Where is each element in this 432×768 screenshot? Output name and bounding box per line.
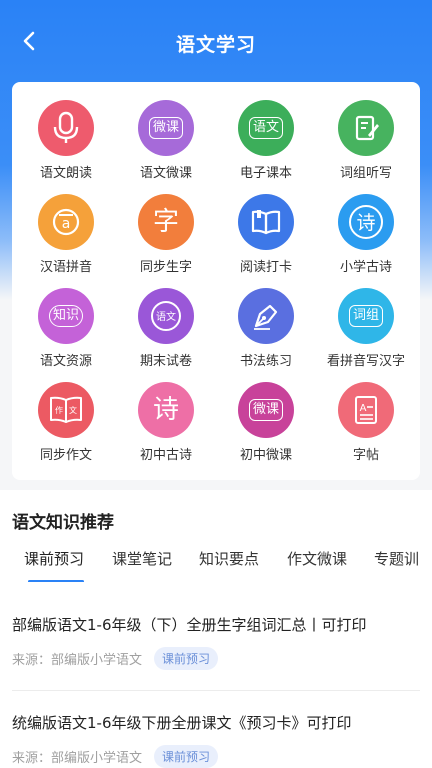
grid-item-junior-micro-lesson[interactable]: 微课 初中微课: [216, 382, 316, 470]
composition-book-icon: 作 文: [38, 382, 94, 438]
grid-item-label: 看拼音写汉字: [326, 354, 405, 369]
tab-special-training[interactable]: 专题训: [374, 548, 419, 569]
fountain-pen-icon: [238, 288, 294, 344]
svg-text:诗: 诗: [356, 212, 375, 234]
knowledge-section: 语文知识推荐 课前预习 课堂笔记 知识要点 作文微课 专题训 部编版语文1-6年…: [0, 490, 432, 768]
article-meta: 来源：部编版小学语文 课前预习: [12, 745, 420, 768]
feature-grid: 语文朗读 微课 语文微课 语文 电子课本 词组听写 a 汉语拼音 字 同步生字 …: [12, 82, 420, 480]
tab-bar: 课前预习 课堂笔记 知识要点 作文微课 专题训: [0, 542, 432, 582]
grid-item-label: 期末试卷: [139, 354, 192, 369]
grid-item-label: 初中微课: [239, 448, 292, 463]
grid-item-junior-poems[interactable]: 诗 初中古诗: [116, 382, 216, 470]
grid-item-label: 词组听写: [339, 166, 392, 181]
poem-icon: 诗: [338, 194, 394, 250]
grid-item-label: 同步生字: [139, 260, 192, 275]
svg-text:a: a: [62, 216, 71, 232]
grid-item-textbook[interactable]: 语文 电子课本: [216, 100, 316, 188]
article-title: 统编版语文1-6年级下册全册课文《预习卡》可打印: [12, 714, 352, 732]
exam-icon: 语文: [138, 288, 194, 344]
article-meta: 来源：部编版小学语文 课前预习: [12, 647, 420, 670]
grid-item-copybook[interactable]: A 字帖: [316, 382, 416, 470]
textbook-icon: 语文: [238, 100, 294, 156]
grid-item-label: 小学古诗: [339, 260, 392, 275]
open-book-icon: [238, 194, 294, 250]
notepad-pen-icon: [338, 100, 394, 156]
pinyin-icon: a: [38, 194, 94, 250]
grid-item-label: 语文朗读: [39, 166, 92, 181]
copybook-icon: A: [338, 382, 394, 438]
microphone-icon: [38, 100, 94, 156]
article-source: 来源：部编版小学语文: [12, 653, 143, 668]
tab-composition-lessons[interactable]: 作文微课: [287, 548, 347, 569]
poem-icon: 诗: [138, 382, 194, 438]
article-item[interactable]: 部编版语文1-6年级（下）全册生字组词汇总丨可打印 来源：部编版小学语文 课前预…: [12, 614, 420, 670]
svg-text:文: 文: [69, 405, 77, 415]
app-header: 语文学习: [0, 0, 432, 84]
svg-text:语文: 语文: [156, 310, 176, 323]
tab-preview[interactable]: 课前预习: [24, 548, 84, 569]
grid-item-label: 语文资源: [39, 354, 92, 369]
grid-item-label: 同步作文: [39, 448, 92, 463]
tab-class-notes[interactable]: 课堂笔记: [112, 548, 172, 569]
grid-item-composition[interactable]: 作 文 同步作文: [16, 382, 116, 470]
svg-text:作: 作: [55, 405, 63, 415]
tab-key-points[interactable]: 知识要点: [199, 548, 259, 569]
knowledge-icon: 知识: [38, 288, 94, 344]
grid-item-calligraphy[interactable]: 书法练习: [216, 288, 316, 376]
article-badge: 课前预习: [154, 647, 219, 670]
grid-item-label: 阅读打卡: [239, 260, 292, 275]
grid-item-label: 书法练习: [239, 354, 292, 369]
grid-item-reading-checkin[interactable]: 阅读打卡: [216, 194, 316, 282]
grid-item-primary-poems[interactable]: 诗 小学古诗: [316, 194, 416, 282]
article-source: 来源：部编版小学语文: [12, 751, 143, 766]
grid-item-resources[interactable]: 知识 语文资源: [16, 288, 116, 376]
micro-lesson-icon: 微课: [238, 382, 294, 438]
page-title: 语文学习: [175, 34, 256, 56]
article-item[interactable]: 统编版语文1-6年级下册全册课文《预习卡》可打印 来源：部编版小学语文 课前预习: [12, 712, 420, 768]
grid-item-final-exam[interactable]: 语文 期末试卷: [116, 288, 216, 376]
article-badge: 课前预习: [154, 745, 219, 768]
phrase-icon: 词组: [338, 288, 394, 344]
grid-item-label: 初中古诗: [139, 448, 192, 463]
divider: [12, 690, 420, 691]
svg-text:A: A: [360, 403, 367, 414]
grid-item-micro-lesson[interactable]: 微课 语文微课: [116, 100, 216, 188]
grid-item-label: 字帖: [352, 448, 379, 463]
grid-item-characters[interactable]: 字 同步生字: [116, 194, 216, 282]
active-tab-indicator: [28, 580, 84, 582]
article-title: 部编版语文1-6年级（下）全册生字组词汇总丨可打印: [12, 616, 367, 634]
character-icon: 字: [138, 194, 194, 250]
grid-item-label: 电子课本: [239, 166, 292, 181]
grid-item-read-aloud[interactable]: 语文朗读: [16, 100, 116, 188]
grid-item-label: 汉语拼音: [39, 260, 92, 275]
grid-item-label: 语文微课: [139, 166, 192, 181]
grid-item-pinyin[interactable]: a 汉语拼音: [16, 194, 116, 282]
section-title: 语文知识推荐: [12, 513, 114, 533]
micro-lesson-icon: 微课: [138, 100, 194, 156]
grid-item-dictation[interactable]: 词组听写: [316, 100, 416, 188]
grid-item-pinyin-writing[interactable]: 词组 看拼音写汉字: [316, 288, 416, 376]
